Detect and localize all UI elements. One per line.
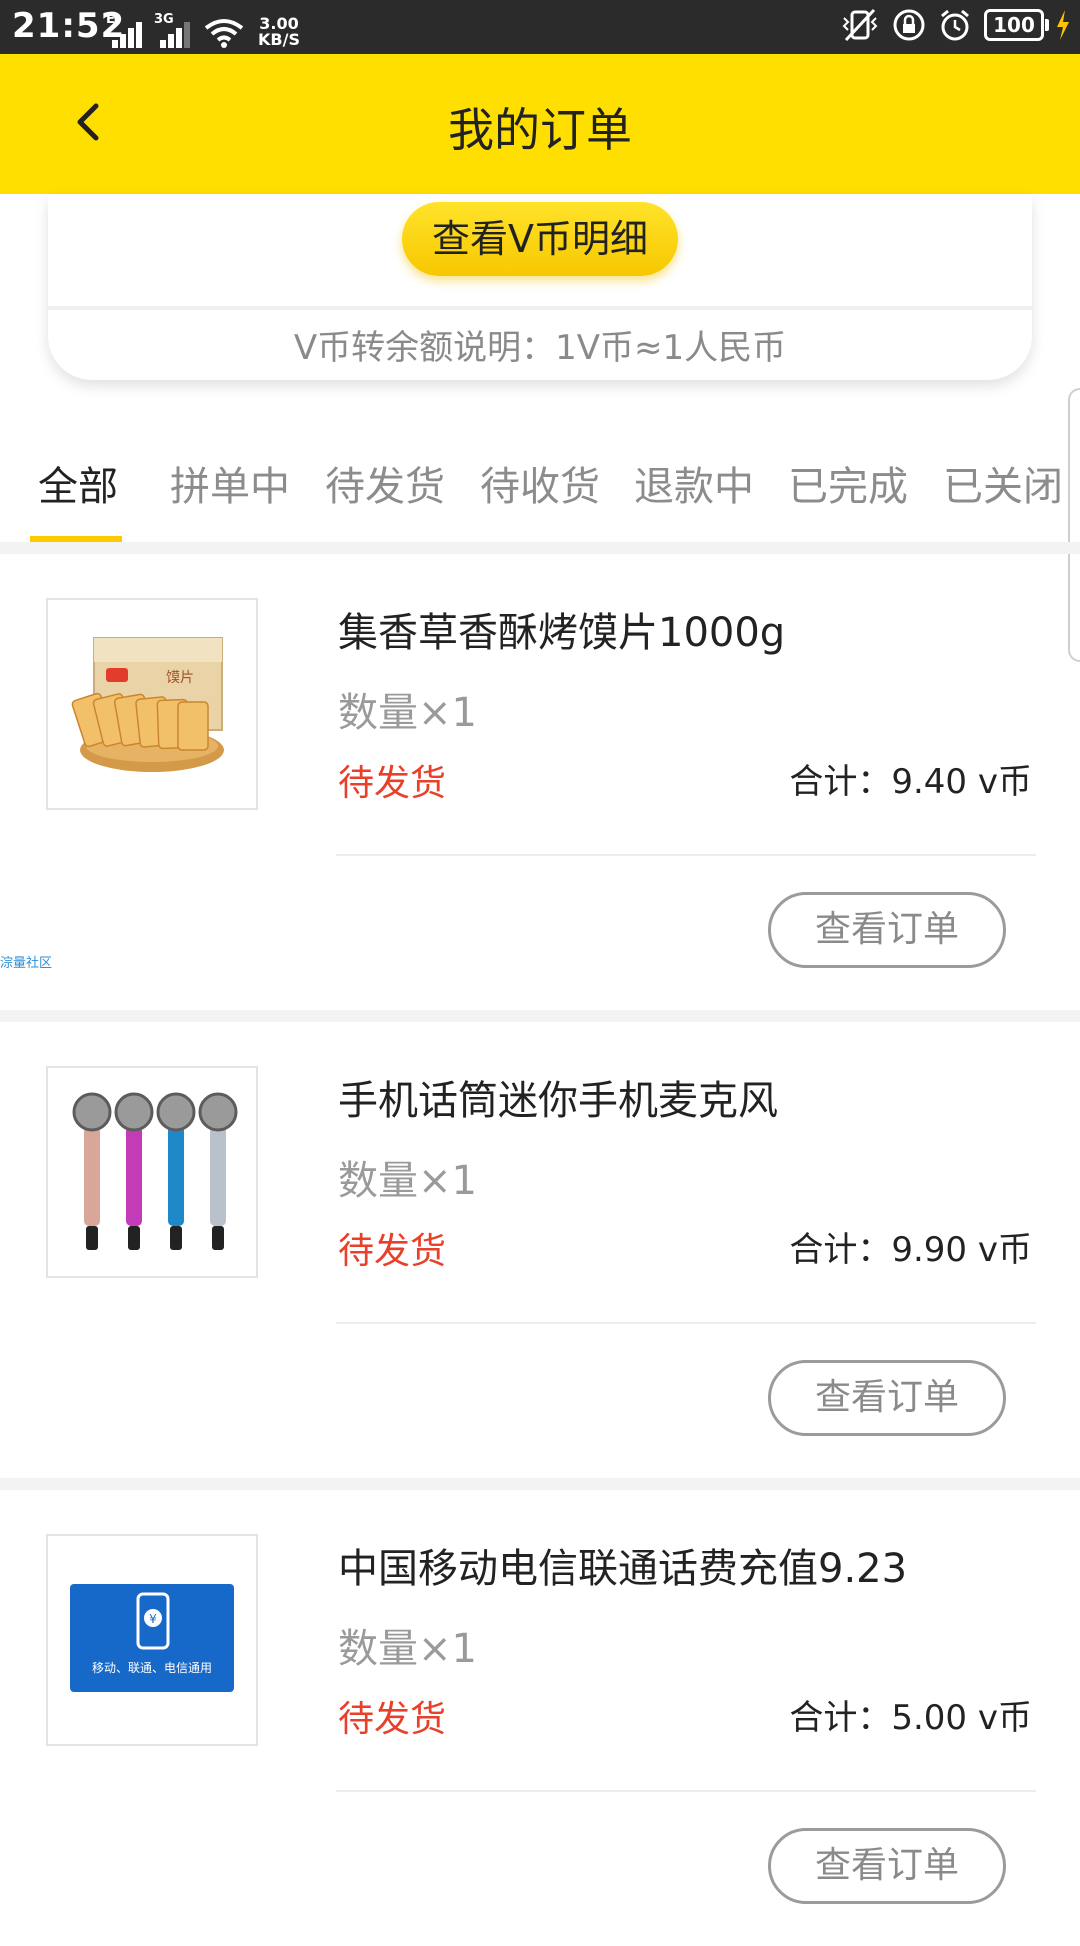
product-name[interactable]: 集香草香酥烤馍片1000g — [338, 600, 785, 658]
order-item: 手机话筒迷你手机麦克风 数量×1 待发货 合计：9.90 v币 查看订单 — [0, 1022, 1080, 1478]
divider — [336, 1322, 1036, 1324]
rotation-lock-icon — [893, 9, 925, 41]
divider — [336, 1790, 1036, 1792]
battery-icon: 100 — [984, 9, 1049, 41]
phone-recharge-card-image: ¥ 移动、联通、电信通用 — [70, 1584, 234, 1692]
charging-icon — [1057, 10, 1069, 40]
page-title: 我的订单 — [448, 103, 632, 157]
order-item: ¥ 移动、联通、电信通用 中国移动电信联通话费充值9.23 数量×1 待发货 合… — [0, 1490, 1080, 1946]
vcoin-exchange-note: V币转余额说明：1V币≈1人民币 — [293, 328, 787, 368]
svg-text:馍片: 馍片 — [166, 670, 194, 686]
product-image-microphones[interactable] — [46, 1066, 258, 1278]
wifi-icon — [204, 19, 244, 48]
view-order-button[interactable]: 查看订单 — [768, 892, 1006, 968]
app-header: 我的订单 — [0, 54, 1080, 194]
product-image-recharge[interactable]: ¥ 移动、联通、电信通用 — [46, 1534, 258, 1746]
network-speed: 3.00 KB/S — [258, 14, 300, 49]
product-image-bread[interactable]: 馍片 — [46, 598, 258, 810]
tab-all[interactable]: 全部 — [38, 454, 118, 512]
order-total: 合计：5.00 v币 — [789, 1698, 1032, 1738]
section-separator — [0, 542, 1080, 554]
order-tabs: 全部 拼单中 待发货 待收货 退款中 已完成 已关闭 — [0, 418, 1080, 544]
vcoin-card: 查看V币明细 V币转余额说明：1V币≈1人民币 — [48, 194, 1032, 380]
product-name[interactable]: 中国移动电信联通话费充值9.23 — [338, 1536, 907, 1594]
svg-text:移动、联通、电信通用: 移动、联通、电信通用 — [92, 1661, 212, 1675]
svg-text:¥: ¥ — [149, 1612, 157, 1626]
tab-completed[interactable]: 已完成 — [788, 454, 908, 512]
status-bar: 21:52 E 3G 3.00 KB/S 100 — [0, 0, 1080, 54]
tab-to-receive[interactable]: 待收货 — [480, 454, 600, 512]
tab-group-buying[interactable]: 拼单中 — [170, 454, 290, 512]
cellular-signal-3g-icon: 3G — [154, 12, 190, 48]
vibrate-mute-icon — [842, 8, 878, 42]
order-item: 馍片 集香草香酥烤馍片1000g 数量×1 待发货 合计：9.40 v币 查看订… — [0, 554, 1080, 1010]
order-total: 合计：9.40 v币 — [789, 762, 1032, 802]
product-quantity: 数量×1 — [338, 690, 477, 736]
tab-to-ship[interactable]: 待发货 — [325, 454, 445, 512]
product-quantity: 数量×1 — [338, 1626, 477, 1672]
section-separator — [0, 1010, 1080, 1022]
tab-closed[interactable]: 已关闭 — [943, 454, 1063, 512]
alarm-icon — [941, 9, 969, 41]
product-quantity: 数量×1 — [338, 1158, 477, 1204]
microphones-image — [72, 1092, 238, 1250]
view-order-button[interactable]: 查看订单 — [768, 1828, 1006, 1904]
cellular-signal-icon: E — [106, 12, 142, 48]
order-status: 待发货 — [338, 763, 447, 804]
order-status: 待发货 — [338, 1699, 447, 1740]
section-separator — [0, 1478, 1080, 1490]
order-total: 合计：9.90 v币 — [789, 1230, 1032, 1270]
watermark-text: 淙量社区 — [0, 956, 53, 971]
order-status: 待发货 — [338, 1231, 447, 1272]
divider — [48, 306, 1032, 310]
bread-snack-image: 馍片 — [71, 637, 224, 772]
tab-refunding[interactable]: 退款中 — [634, 454, 754, 512]
view-order-button[interactable]: 查看订单 — [768, 1360, 1006, 1436]
divider — [336, 854, 1036, 856]
view-vcoin-details-button[interactable]: 查看V币明细 — [402, 202, 678, 276]
product-name[interactable]: 手机话筒迷你手机麦克风 — [338, 1068, 778, 1126]
